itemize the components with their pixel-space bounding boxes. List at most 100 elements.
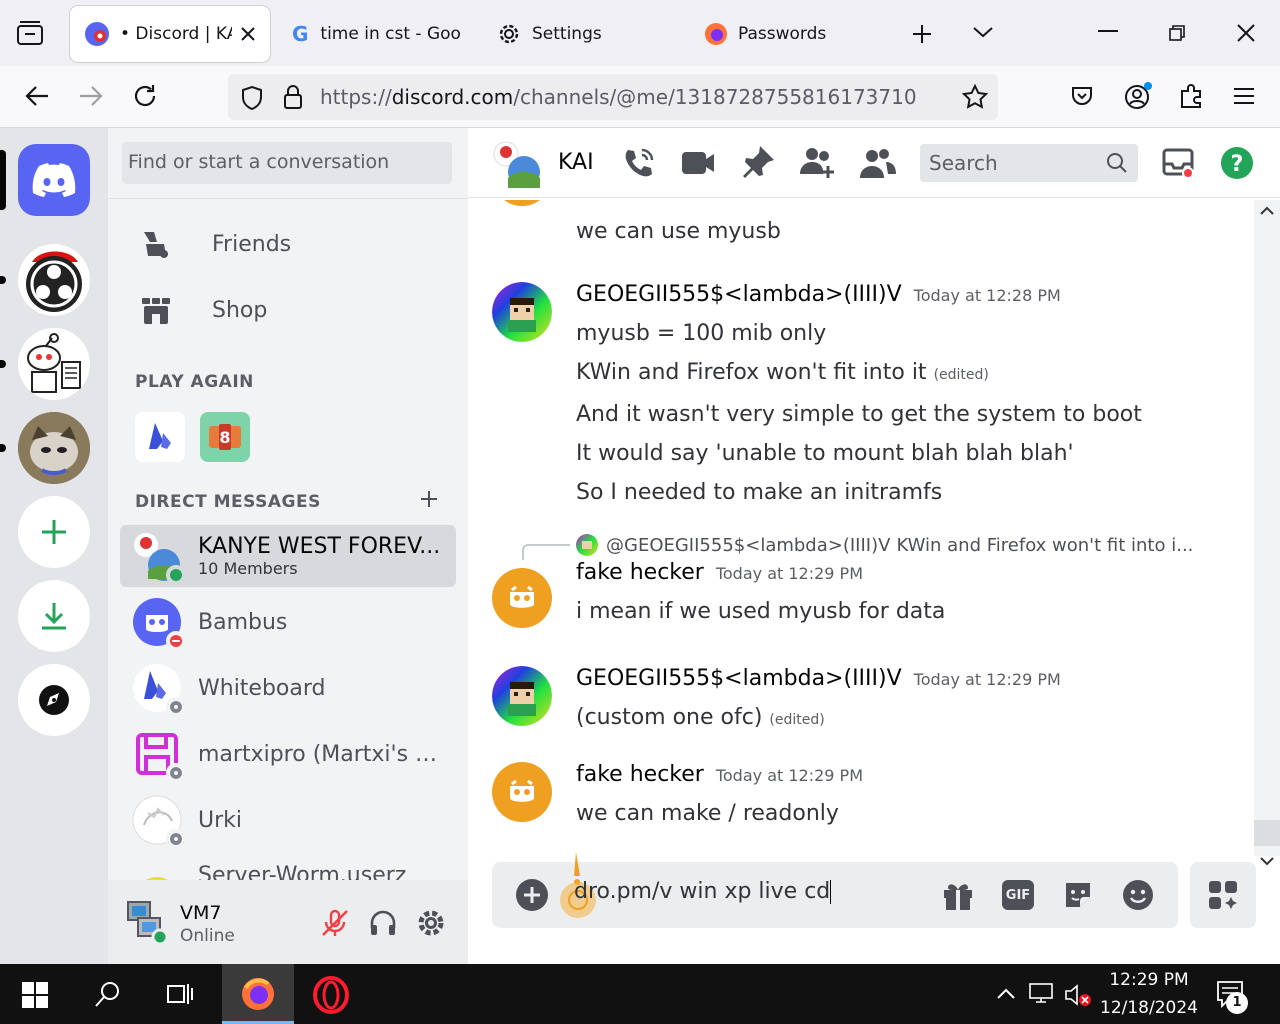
group-avatar[interactable] [492, 140, 540, 188]
member-list-button[interactable] [860, 146, 896, 180]
server-cat-icon[interactable] [18, 412, 90, 484]
dm-item-martxipro[interactable]: martxipro (Martxi's ve... [120, 723, 456, 785]
tab-google[interactable]: G time in cst - Goog [282, 6, 468, 62]
back-button[interactable] [24, 84, 50, 108]
apps-button[interactable] [1190, 862, 1256, 928]
task-view-button[interactable] [166, 980, 194, 1008]
create-dm-button[interactable] [420, 490, 438, 508]
server-obs-icon[interactable] [18, 244, 90, 316]
firefox-icon [704, 22, 728, 46]
user-avatar[interactable] [124, 900, 168, 944]
dm-item-group[interactable]: KANYE WEST FOREV... 10 Members [120, 525, 456, 587]
reply-reference[interactable]: @GEOEGII555$<lambda>(IIII)V KWin and Fir… [576, 530, 1254, 560]
gift-button[interactable] [942, 880, 974, 912]
scrollbar-thumb[interactable] [1254, 820, 1280, 846]
upload-button[interactable] [516, 879, 548, 911]
tab-overview-icon[interactable] [14, 20, 46, 48]
message: fake hecker Today at 12:29 PM we can mak… [468, 762, 1254, 833]
clock-date[interactable]: 12/18/2024 [1098, 998, 1200, 1018]
bookmark-star-icon[interactable] [962, 84, 988, 110]
game-whiteboard-icon[interactable] [135, 412, 185, 462]
video-camera-icon [682, 152, 714, 174]
avatar[interactable] [492, 568, 552, 628]
nav-label: Friends [212, 231, 292, 257]
author-name[interactable]: GEOEGII555$<lambda>(IIII)V [576, 666, 902, 691]
start-button[interactable] [22, 982, 48, 1008]
close-tab-icon[interactable] [240, 26, 256, 42]
extensions-icon[interactable] [1178, 83, 1204, 109]
sticker-button[interactable] [1062, 879, 1094, 911]
offline-status-icon [166, 829, 186, 849]
server-reddit-icon[interactable] [18, 328, 90, 400]
compass-icon [39, 685, 69, 715]
lock-icon[interactable] [282, 84, 304, 110]
download-apps-button[interactable] [18, 580, 90, 652]
new-tab-button[interactable] [910, 22, 934, 46]
url-text[interactable]: https://discord.com/channels/@me/1318728… [320, 85, 917, 109]
discord-home-button[interactable] [18, 144, 90, 216]
account-icon[interactable] [1124, 82, 1152, 110]
pinned-messages-button[interactable] [742, 144, 776, 180]
author-name[interactable]: fake hecker [576, 560, 704, 585]
mute-microphone-button[interactable] [320, 908, 350, 938]
headphones-icon [370, 910, 396, 935]
avatar[interactable] [492, 666, 552, 726]
close-window-button[interactable] [1236, 23, 1256, 43]
taskbar-firefox[interactable] [222, 964, 294, 1024]
gear-icon [496, 21, 522, 47]
tab-discord[interactable]: • Discord | KAN [70, 6, 270, 62]
tab-passwords[interactable]: Passwords [694, 6, 884, 62]
author-name[interactable]: GEOEGII555$<lambda>(IIII)V [576, 282, 902, 307]
tab-settings[interactable]: Settings [486, 6, 676, 62]
voice-call-button[interactable] [622, 146, 656, 180]
minimize-window-button[interactable] [1098, 30, 1118, 34]
url-bar[interactable]: https://discord.com/channels/@me/1318728… [228, 74, 998, 120]
volume-muted-icon[interactable] [1064, 982, 1092, 1008]
add-friends-to-dm-button[interactable] [800, 144, 836, 180]
game-dice-icon[interactable]: 8 [200, 412, 250, 462]
discover-button[interactable] [18, 664, 90, 736]
emoji-button[interactable] [1122, 879, 1154, 911]
inbox-button[interactable] [1162, 146, 1194, 178]
clock-time[interactable]: 12:29 PM [1104, 970, 1194, 990]
reload-button[interactable] [132, 83, 158, 109]
tracking-shield-icon[interactable] [240, 85, 264, 111]
tab-label: time in cst - Goog [320, 24, 461, 44]
author-name[interactable]: fake hecker [576, 762, 704, 787]
avatar[interactable] [492, 282, 552, 342]
search-input[interactable]: Search [920, 144, 1138, 182]
nav-shop[interactable]: Shop [122, 281, 452, 339]
dm-item-urki[interactable]: Urki [120, 789, 456, 851]
find-conversation-input[interactable]: Find or start a conversation [122, 142, 452, 184]
dm-item-bambus[interactable]: Bambus [120, 591, 456, 653]
video-call-button[interactable] [680, 150, 716, 176]
search-button[interactable] [94, 980, 122, 1008]
inbox-icon [1162, 148, 1194, 178]
show-hidden-icons-button[interactable] [996, 986, 1016, 1000]
channel-name[interactable]: KAI [558, 150, 594, 175]
avatar[interactable] [492, 762, 552, 822]
selected-indicator [0, 150, 6, 210]
taskbar-opera[interactable] [312, 976, 350, 1014]
add-server-button[interactable] [18, 496, 90, 568]
forward-button[interactable] [78, 84, 104, 108]
scroll-down-arrow-icon[interactable] [1260, 856, 1274, 866]
network-icon[interactable] [1028, 982, 1056, 1006]
timestamp: Today at 12:29 PM [715, 564, 863, 583]
tab-list-chevron-icon[interactable] [972, 24, 994, 40]
help-button[interactable]: ? [1220, 146, 1254, 180]
action-center-button[interactable]: 1 [1216, 980, 1248, 1014]
restore-window-button[interactable] [1168, 24, 1186, 42]
pocket-icon[interactable] [1070, 84, 1094, 108]
deafen-button[interactable] [368, 908, 398, 938]
nav-friends[interactable]: Friends [122, 215, 452, 273]
dm-item-whiteboard[interactable]: Whiteboard [120, 657, 456, 719]
gif-button[interactable]: GIF [1002, 880, 1034, 910]
user-settings-button[interactable] [416, 908, 446, 938]
menu-hamburger-icon[interactable] [1232, 86, 1256, 106]
scrollbar[interactable] [1254, 200, 1280, 866]
scroll-up-arrow-icon[interactable] [1260, 206, 1274, 216]
message-input[interactable]: dro.pm/v win xp live cd [574, 879, 832, 904]
search-icon [1106, 152, 1128, 174]
timestamp: Today at 12:29 PM [715, 766, 863, 785]
